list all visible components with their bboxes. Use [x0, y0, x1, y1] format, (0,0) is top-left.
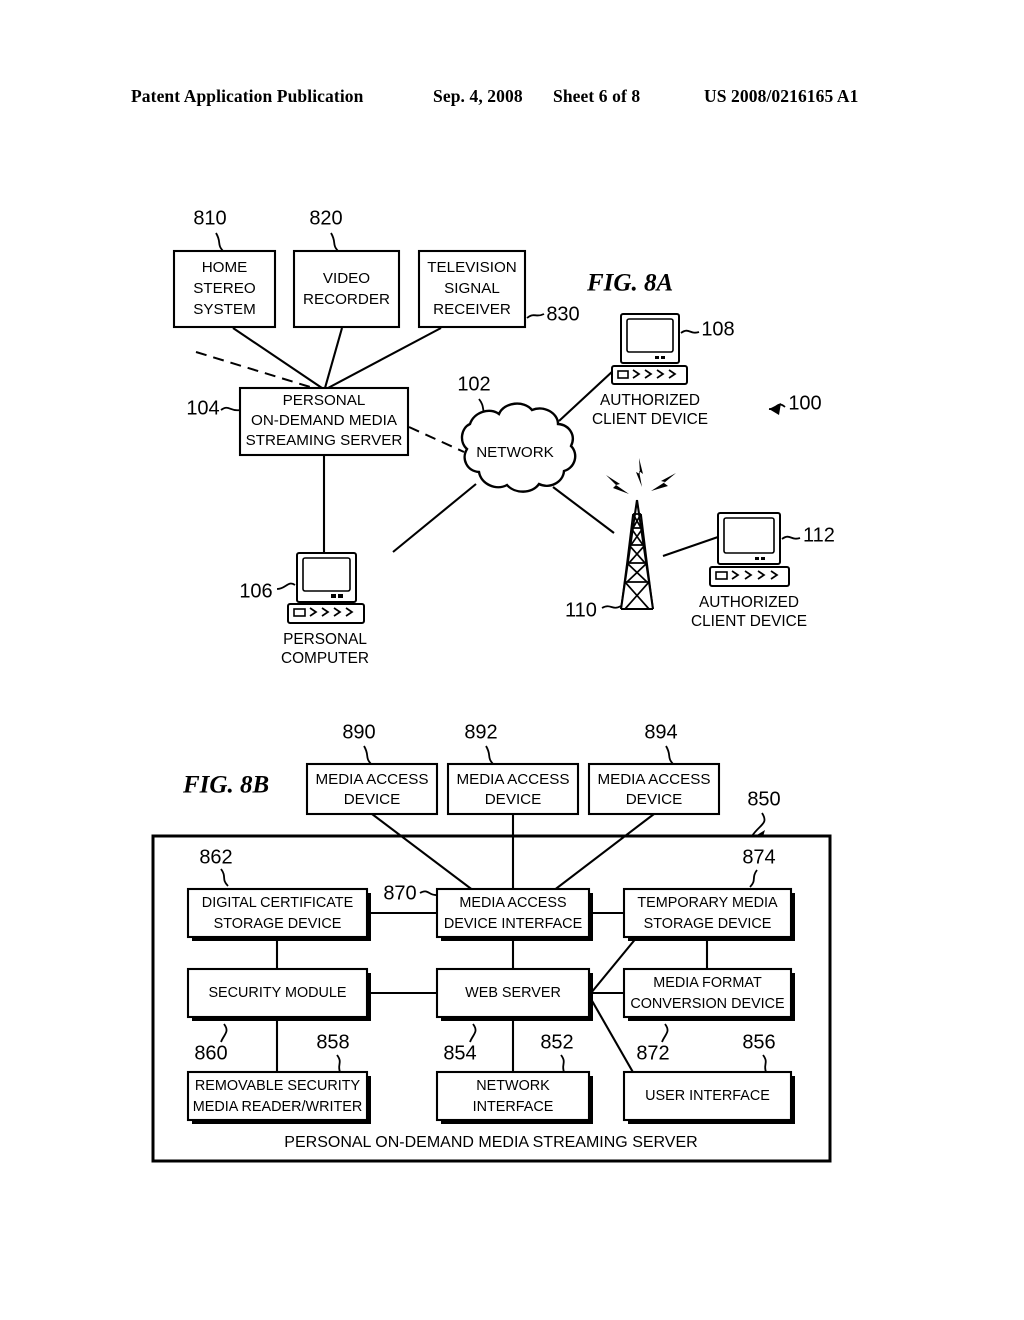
- ref-852: 852: [540, 1031, 573, 1053]
- box-894-line-1: MEDIA ACCESS: [597, 771, 710, 788]
- patent-drawing-sheet: Patent Application Publication Sep. 4, 2…: [0, 0, 1024, 1320]
- ref-100: 100: [788, 392, 821, 414]
- ref-870: 870: [383, 882, 416, 904]
- ref-890: 890: [342, 721, 375, 743]
- box-874-line-2: STORAGE DEVICE: [644, 916, 772, 932]
- ref-106: 106: [239, 580, 272, 602]
- authorized-client-device-112: 112 AUTHORIZED CLIENT DEVICE: [662, 512, 835, 630]
- device-106-label-line-1: PERSONAL: [283, 631, 367, 648]
- box-872-line-2: CONVERSION DEVICE: [630, 996, 784, 1012]
- box-852-line-2: INTERFACE: [473, 1099, 554, 1115]
- ref-894: 894: [644, 721, 677, 743]
- box-862-line-2: STORAGE DEVICE: [214, 916, 342, 932]
- figures-canvas: FIG. 8A 810 HOME STEREO SYSTEM 820 VIDEO…: [151, 207, 835, 1163]
- network-cloud-label: NETWORK: [476, 444, 554, 461]
- monitor-screen: [723, 517, 775, 554]
- box-tv-receiver-line-2: SIGNAL: [444, 280, 500, 297]
- ref-830: 830: [546, 303, 579, 325]
- box-890-line-1: MEDIA ACCESS: [315, 771, 428, 788]
- ref-108: 108: [701, 318, 734, 340]
- ref-856: 856: [742, 1031, 775, 1053]
- ref-850: 850: [747, 788, 780, 810]
- device-106-label-line-2: COMPUTER: [281, 650, 369, 667]
- box-tv-receiver-line-1: TELEVISION: [427, 259, 516, 276]
- box-870-line-1: MEDIA ACCESS: [459, 895, 566, 911]
- box-894-line-2: DEVICE: [626, 791, 683, 808]
- device-108-label-line-1: AUTHORIZED: [600, 392, 700, 409]
- personal-computer-106: 106 PERSONAL COMPUTER: [239, 552, 369, 667]
- figure-8b: FIG. 8B 890 MEDIA ACCESS DEVICE 892 MEDI…: [151, 721, 832, 1163]
- box-854-line-1: WEB SERVER: [465, 985, 561, 1001]
- box-856-line-1: USER INTERFACE: [645, 1088, 770, 1104]
- device-108-label-line-2: CLIENT DEVICE: [592, 411, 708, 428]
- device-112-label-line-1: AUTHORIZED: [699, 594, 799, 611]
- box-860-line-2: MEDIA READER/WRITER: [193, 1099, 363, 1115]
- box-862-line-1: DIGITAL CERTIFICATE: [202, 895, 353, 911]
- box-872-line-1: MEDIA FORMAT: [653, 975, 762, 991]
- server-frame-caption: PERSONAL ON-DEMAND MEDIA STREAMING SERVE…: [284, 1134, 697, 1151]
- box-860-line-1: REMOVABLE SECURITY: [195, 1078, 361, 1094]
- box-video-recorder-line-1: VIDEO: [323, 270, 370, 287]
- box-home-stereo-system-line-3: SYSTEM: [193, 301, 255, 318]
- box-892-line-1: MEDIA ACCESS: [456, 771, 569, 788]
- antenna-tower-110: 110: [565, 458, 676, 621]
- box-874-line-1: TEMPORARY MEDIA: [637, 895, 778, 911]
- figure-8b-title: FIG. 8B: [182, 772, 269, 799]
- ref-112: 112: [803, 524, 835, 546]
- ref-104: 104: [186, 397, 219, 419]
- box-852-line-1: NETWORK: [476, 1078, 550, 1094]
- ref-860: 860: [194, 1042, 227, 1064]
- figure-8a: FIG. 8A 810 HOME STEREO SYSTEM 820 VIDEO…: [172, 207, 835, 667]
- ref-110: 110: [565, 599, 597, 621]
- box-server-line-3: STREAMING SERVER: [246, 432, 403, 449]
- box-home-stereo-system-line-1: HOME: [202, 259, 248, 276]
- authorized-client-device-108: 108 AUTHORIZED CLIENT DEVICE: [592, 313, 735, 428]
- ref-854: 854: [443, 1042, 476, 1064]
- ref-810: 810: [193, 207, 226, 229]
- ref-102: 102: [457, 373, 490, 395]
- box-892-line-2: DEVICE: [485, 791, 542, 808]
- ref-892: 892: [464, 721, 497, 743]
- box-video-recorder-line-2: RECORDER: [303, 291, 390, 308]
- ref-820: 820: [309, 207, 342, 229]
- device-112-label-line-2: CLIENT DEVICE: [691, 613, 807, 630]
- box-server-line-2: ON-DEMAND MEDIA: [251, 412, 398, 429]
- ref-872: 872: [636, 1042, 669, 1064]
- ref-858: 858: [316, 1031, 349, 1053]
- box-video-recorder: [292, 249, 401, 329]
- ref-862: 862: [199, 846, 232, 868]
- figure-8a-title: FIG. 8A: [586, 270, 673, 297]
- ref-874: 874: [742, 846, 775, 868]
- box-home-stereo-system-line-2: STEREO: [193, 280, 256, 297]
- monitor-screen: [302, 557, 351, 592]
- box-tv-receiver-line-3: RECEIVER: [433, 301, 511, 318]
- monitor-screen: [626, 318, 674, 353]
- box-858-line-1: SECURITY MODULE: [208, 985, 346, 1001]
- box-870-line-2: DEVICE INTERFACE: [444, 916, 582, 932]
- box-server-line-1: PERSONAL: [283, 392, 366, 409]
- box-890-line-2: DEVICE: [344, 791, 401, 808]
